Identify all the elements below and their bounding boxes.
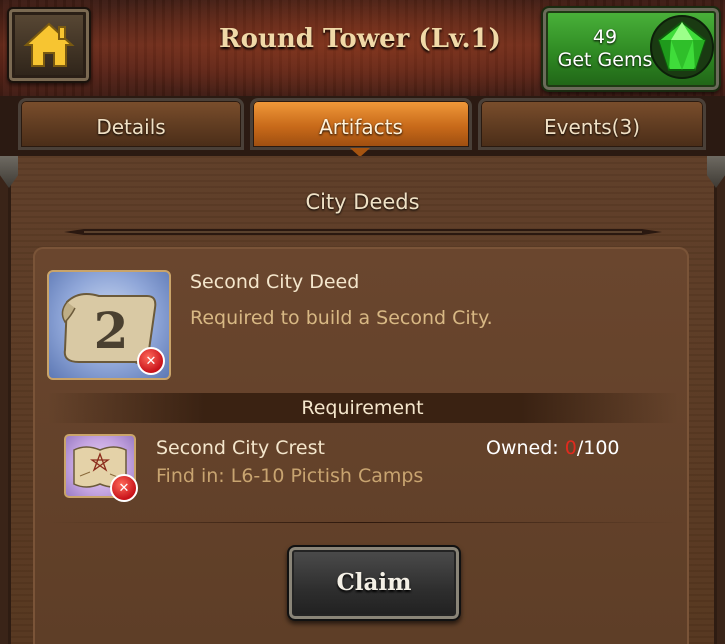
get-gems-button[interactable]: 49 Get Gems: [541, 6, 721, 92]
owned-current: 0: [564, 437, 577, 459]
gems-count: 49: [592, 26, 618, 48]
requirement-heading: Requirement: [301, 397, 424, 419]
home-button[interactable]: [7, 7, 91, 83]
row-divider: [48, 522, 678, 523]
missing-x-icon: ✕: [137, 347, 165, 375]
owned-total: /100: [576, 437, 620, 459]
tab-bar: Details Artifacts Events(3): [0, 96, 725, 156]
claim-button[interactable]: Claim: [287, 545, 461, 621]
section-divider: [64, 229, 662, 235]
page-title: Round Tower (Lv.1): [219, 24, 501, 54]
section-title: City Deeds: [305, 190, 420, 214]
green-gem-icon: [650, 15, 714, 79]
owned-count: Owned: 0/100: [486, 437, 620, 459]
header-bar: Round Tower (Lv.1) 49 Get Gems: [0, 0, 725, 100]
tab-events[interactable]: Events(3): [478, 98, 706, 150]
svg-text:2: 2: [94, 301, 129, 360]
requirement-item-location: Find in: L6-10 Pictish Camps: [156, 465, 424, 487]
get-gems-label: Get Gems: [557, 49, 653, 71]
missing-x-icon: ✕: [110, 474, 138, 502]
tab-artifacts[interactable]: Artifacts: [250, 98, 472, 150]
tab-details[interactable]: Details: [18, 98, 244, 150]
artifact-description: Required to build a Second City.: [190, 307, 493, 329]
home-icon: [23, 22, 75, 67]
owned-label: Owned:: [486, 437, 565, 459]
requirement-item-name: Second City Crest: [156, 437, 325, 459]
artifact-name: Second City Deed: [190, 271, 360, 293]
